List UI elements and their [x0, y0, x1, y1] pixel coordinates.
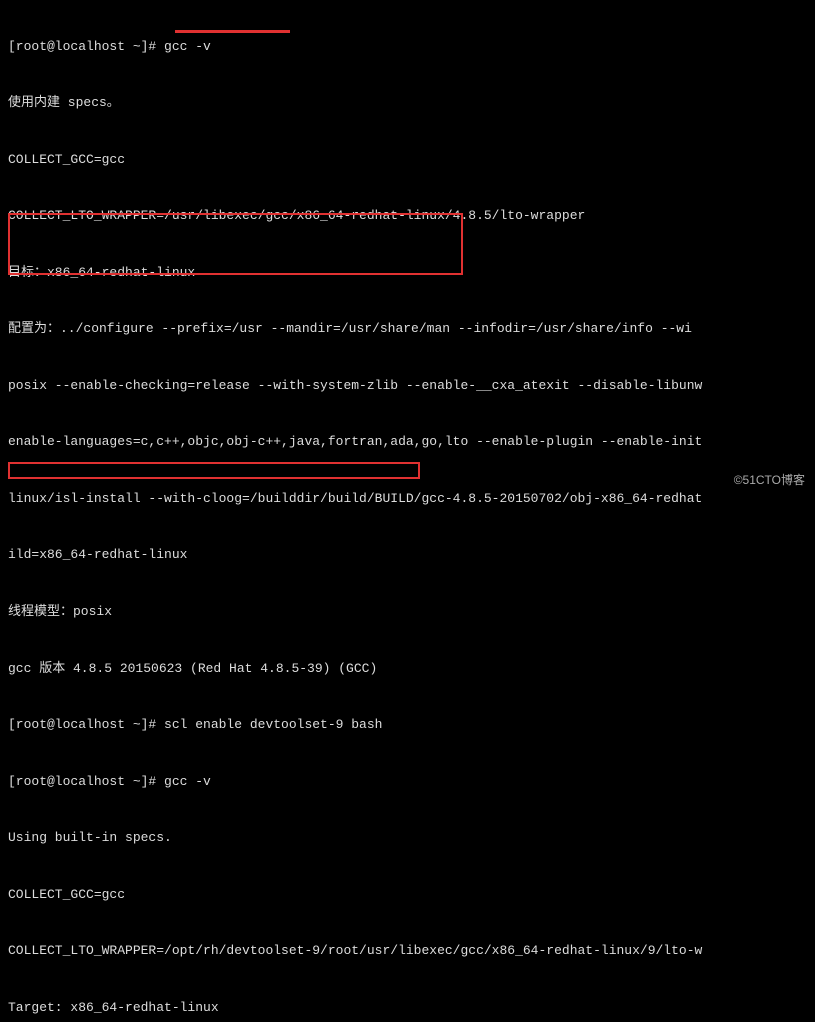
terminal-line: [root@localhost ~]# scl enable devtoolse…: [8, 716, 807, 735]
terminal-line: enable-languages=c,c++,objc,obj-c++,java…: [8, 433, 807, 452]
terminal-line: [root@localhost ~]# gcc -v: [8, 38, 807, 57]
terminal-line: ild=x86_64-redhat-linux: [8, 546, 807, 565]
terminal-output: [root@localhost ~]# gcc -v 使用内建 specs。 C…: [0, 0, 815, 1022]
terminal-line: 使用内建 specs。: [8, 94, 807, 113]
annotation-underline: [175, 30, 290, 33]
terminal-line: COLLECT_LTO_WRAPPER=/usr/libexec/gcc/x86…: [8, 207, 807, 226]
terminal-line: posix --enable-checking=release --with-s…: [8, 377, 807, 396]
terminal-line: 线程模型：posix: [8, 603, 807, 622]
terminal-line: COLLECT_GCC=gcc: [8, 151, 807, 170]
terminal-line: linux/isl-install --with-cloog=/builddir…: [8, 490, 807, 509]
terminal-line: Target: x86_64-redhat-linux: [8, 999, 807, 1018]
terminal-line: gcc 版本 4.8.5 20150623 (Red Hat 4.8.5-39)…: [8, 660, 807, 679]
terminal-line: 目标：x86_64-redhat-linux: [8, 264, 807, 283]
watermark: ©51CTO博客: [734, 472, 805, 489]
terminal-line: COLLECT_LTO_WRAPPER=/opt/rh/devtoolset-9…: [8, 942, 807, 961]
terminal-line: Using built-in specs.: [8, 829, 807, 848]
terminal-line: [root@localhost ~]# gcc -v: [8, 773, 807, 792]
terminal-line: COLLECT_GCC=gcc: [8, 886, 807, 905]
terminal-line: 配置为：../configure --prefix=/usr --mandir=…: [8, 320, 807, 339]
